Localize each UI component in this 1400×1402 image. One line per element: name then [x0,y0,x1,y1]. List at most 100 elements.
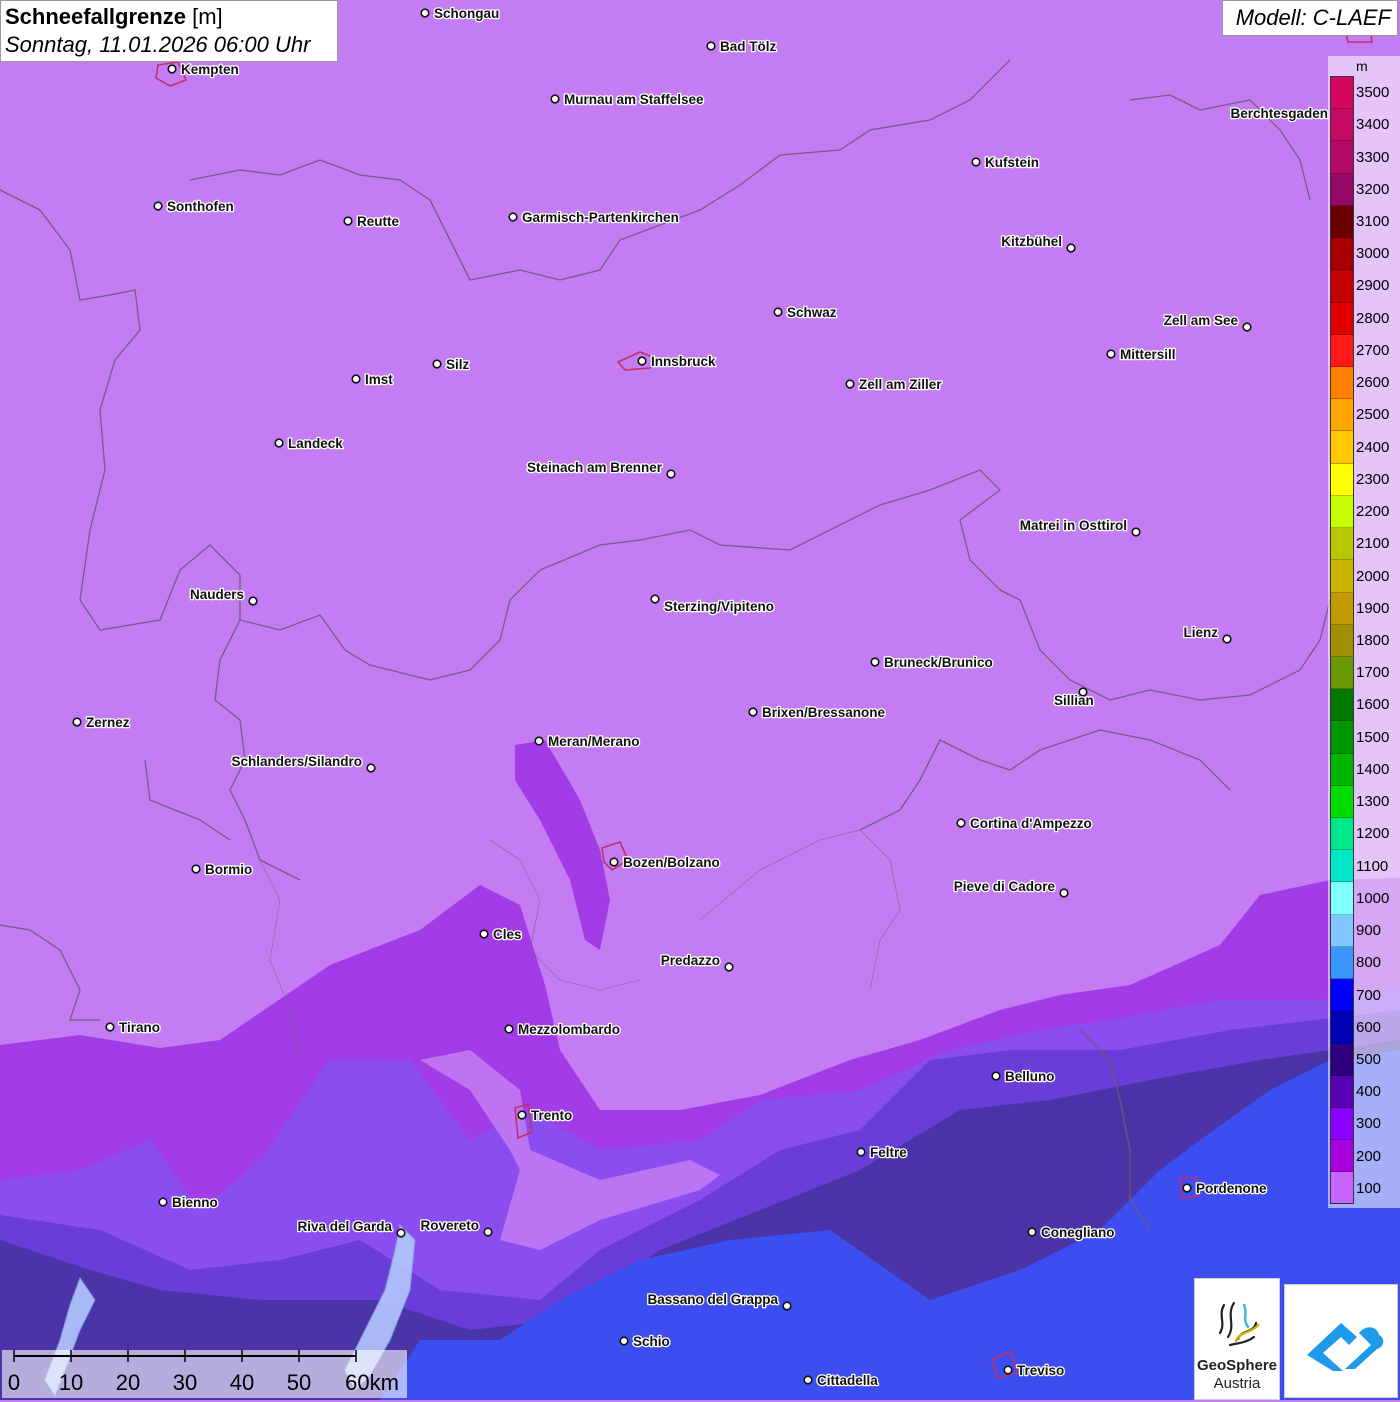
legend-swatch [1331,1075,1353,1108]
city-label: Mezzolombardo [518,1022,620,1037]
city-marker[interactable]: Murnau am Staffelsee [550,91,705,108]
city-label: Bad Tölz [720,39,776,54]
city-label: Landeck [288,436,343,451]
city-marker[interactable]: Conegliano [1027,1224,1116,1241]
scale-tick-label: 20 [115,1370,141,1395]
city-dot-icon [956,818,966,828]
city-marker[interactable]: Sonthofen [153,198,235,215]
city-label: Trento [531,1108,572,1123]
map-title: Schneefallgrenze [m] [5,3,333,31]
legend-label: 3300 [1356,148,1390,166]
city-marker[interactable]: Bruneck/Brunico [870,654,994,671]
legend-label: 1000 [1356,889,1390,907]
map-datetime: Sonntag, 11.01.2026 06:00 Uhr [5,32,311,57]
legend-swatch [1331,205,1353,239]
legend-label: 2400 [1356,438,1390,456]
city-dot-icon [1222,634,1232,644]
city-label: Bruneck/Brunico [884,655,993,670]
city-label: Treviso [1017,1363,1064,1378]
city-label: Pordenone [1196,1181,1267,1196]
city-marker[interactable]: Sterzing/Vipiteno [650,594,775,615]
city-marker[interactable]: Pordenone [1182,1180,1268,1197]
city-marker[interactable]: Brixen/Bressanone [748,704,887,721]
model-label: Modell: C-LAEF [1222,0,1398,36]
city-dot-icon [856,1147,866,1157]
geosphere-logo[interactable]: GeoSphere Austria [1194,1278,1280,1400]
legend-swatch [1331,882,1353,915]
city-dot-icon [666,469,676,479]
legend-label: 800 [1356,954,1382,972]
legend-label: 2000 [1356,567,1390,585]
legend-swatch [1331,495,1353,529]
legend-swatch [1331,560,1353,593]
legend-swatch [1331,109,1353,142]
snowfall-line-map[interactable]: Schongau Kempten Bad Tölz Murnau am Staffel… [0,0,1400,1400]
legend-label: 600 [1356,1018,1382,1036]
city-dot-icon [1066,243,1076,253]
legend-swatch [1331,656,1353,690]
legend-swatch [1331,1172,1353,1203]
legend-label: 3500 [1356,84,1390,102]
legend-label: 3400 [1356,116,1390,134]
city-dot-icon [773,307,783,317]
city-dot-icon [782,1301,792,1311]
city-label: Imst [365,372,393,387]
city-dot-icon [1131,527,1141,537]
legend-label: 1500 [1356,728,1390,746]
scale-tick-label: 30 [172,1370,198,1395]
legend-label: 1800 [1356,632,1390,649]
legend-swatch [1331,818,1353,851]
legend-label: 2800 [1356,309,1390,327]
city-label: Innsbruck [651,354,716,369]
legend-swatch [1331,528,1353,561]
city-dot-icon [991,1071,1001,1081]
map-title-box: Schneefallgrenze [m] Sonntag, 11.01.2026… [0,0,338,62]
geosphere-emblem-icon [1218,1301,1260,1347]
city-label: Schlanders/Silandro [231,754,362,769]
city-label: Schwaz [787,305,837,320]
scale-tick-label: 0 [7,1370,21,1395]
city-label: Reutte [357,214,399,229]
city-label: Sterzing/Vipiteno [664,599,774,614]
app-house-icon [1307,1323,1384,1371]
city-dot-icon [343,216,353,226]
city-dot-icon [803,1375,813,1385]
legend-label: 3100 [1356,213,1390,231]
city-dot-icon [619,1336,629,1346]
city-dot-icon [534,736,544,746]
scale-bar: 0 10 20 30 40 50 60km [2,1350,407,1398]
city-marker[interactable]: Mezzolombardo [504,1021,621,1038]
city-marker[interactable]: Meran/Merano [534,733,641,750]
city-dot-icon [274,438,284,448]
city-dot-icon [1182,1183,1192,1193]
city-label: Feltre [870,1145,907,1160]
city-dot-icon [432,359,442,369]
legend-swatch [1331,431,1353,464]
legend-swatch [1331,850,1353,883]
city-dot-icon [396,1228,406,1238]
legend-label: 200 [1356,1147,1382,1165]
city-dot-icon [167,64,177,74]
legend-swatch [1331,785,1353,819]
legend-swatch [1331,270,1353,303]
legend-label: 1400 [1356,760,1390,778]
legend-swatch [1331,302,1353,335]
app-logo[interactable] [1284,1284,1398,1398]
city-label: Kempten [181,62,239,77]
legend-label: 2200 [1356,503,1390,521]
city-label: Riva del Garda [297,1219,392,1234]
legend-swatch [1331,1140,1353,1173]
city-dot-icon [748,707,758,717]
city-marker[interactable]: Bozen/Bolzano [609,854,721,871]
city-marker[interactable]: Garmisch-Partenkirchen [508,209,680,226]
map-title-text: Schneefallgrenze [5,4,186,29]
city-dot-icon [248,596,258,606]
legend-swatch [1331,399,1353,432]
city-dot-icon [1106,349,1116,359]
city-marker[interactable]: Cortina d'Ampezzo [956,815,1093,832]
city-marker[interactable]: Zell am Ziller [845,376,944,393]
legend-label: 1100 [1356,857,1389,875]
legend-label: 400 [1356,1083,1382,1101]
city-dot-icon [517,1110,527,1120]
city-label: Kufstein [985,155,1039,170]
